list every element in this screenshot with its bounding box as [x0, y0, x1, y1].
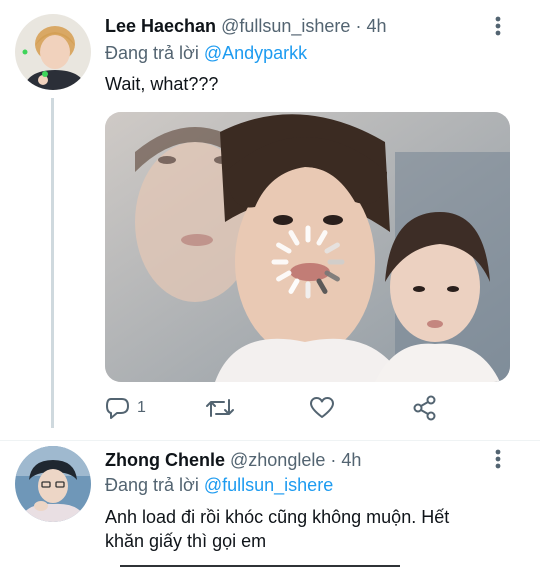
tweet-header: Lee Haechan @fullsun_ishere · 4h — [105, 15, 386, 37]
like-icon — [309, 395, 335, 421]
action-bar: 1 — [105, 394, 445, 422]
separator: · — [330, 450, 337, 470]
more-icon[interactable] — [486, 447, 510, 471]
author-handle[interactable]: @fullsun_ishere — [221, 16, 350, 36]
share-icon — [411, 394, 439, 422]
share-button[interactable] — [411, 394, 439, 422]
replying-to-mention[interactable]: @Andyparkk — [204, 43, 307, 63]
timestamp[interactable]: 4h — [341, 450, 361, 470]
replying-to-mention[interactable]: @fullsun_ishere — [204, 475, 333, 495]
avatar[interactable] — [15, 14, 91, 90]
replying-prefix: Đang trả lời — [105, 43, 199, 63]
tweet-header: Zhong Chenle @zhonglele · 4h — [105, 449, 361, 471]
author-name[interactable]: Zhong Chenle — [105, 450, 225, 470]
tweet[interactable]: Lee Haechan @fullsun_ishere · 4h Đang tr… — [0, 0, 540, 440]
author-name[interactable]: Lee Haechan — [105, 16, 216, 36]
like-button[interactable] — [309, 394, 335, 422]
replying-prefix: Đang trả lời — [105, 475, 199, 495]
separator: · — [355, 16, 362, 36]
reply-button[interactable]: 1 — [105, 394, 146, 422]
timestamp[interactable]: 4h — [366, 16, 386, 36]
tweet[interactable]: Zhong Chenle @zhonglele · 4h Đang trả lờ… — [0, 441, 540, 567]
replying-to: Đang trả lời @fullsun_ishere — [105, 474, 333, 496]
replying-to: Đang trả lời @Andyparkk — [105, 42, 307, 64]
author-handle[interactable]: @zhonglele — [230, 450, 325, 470]
reply-count: 1 — [137, 399, 146, 416]
avatar[interactable] — [15, 446, 91, 522]
reply-icon — [105, 395, 131, 421]
more-icon[interactable] — [486, 14, 510, 38]
tweet-text: Anh load đi rồi khóc cũng không muộn. Hế… — [105, 507, 450, 551]
media-image — [105, 112, 510, 382]
retweet-button[interactable] — [205, 394, 235, 422]
tweet-media[interactable] — [105, 112, 510, 382]
tweet-text: Wait, what??? — [105, 74, 219, 94]
retweet-icon — [205, 395, 235, 421]
